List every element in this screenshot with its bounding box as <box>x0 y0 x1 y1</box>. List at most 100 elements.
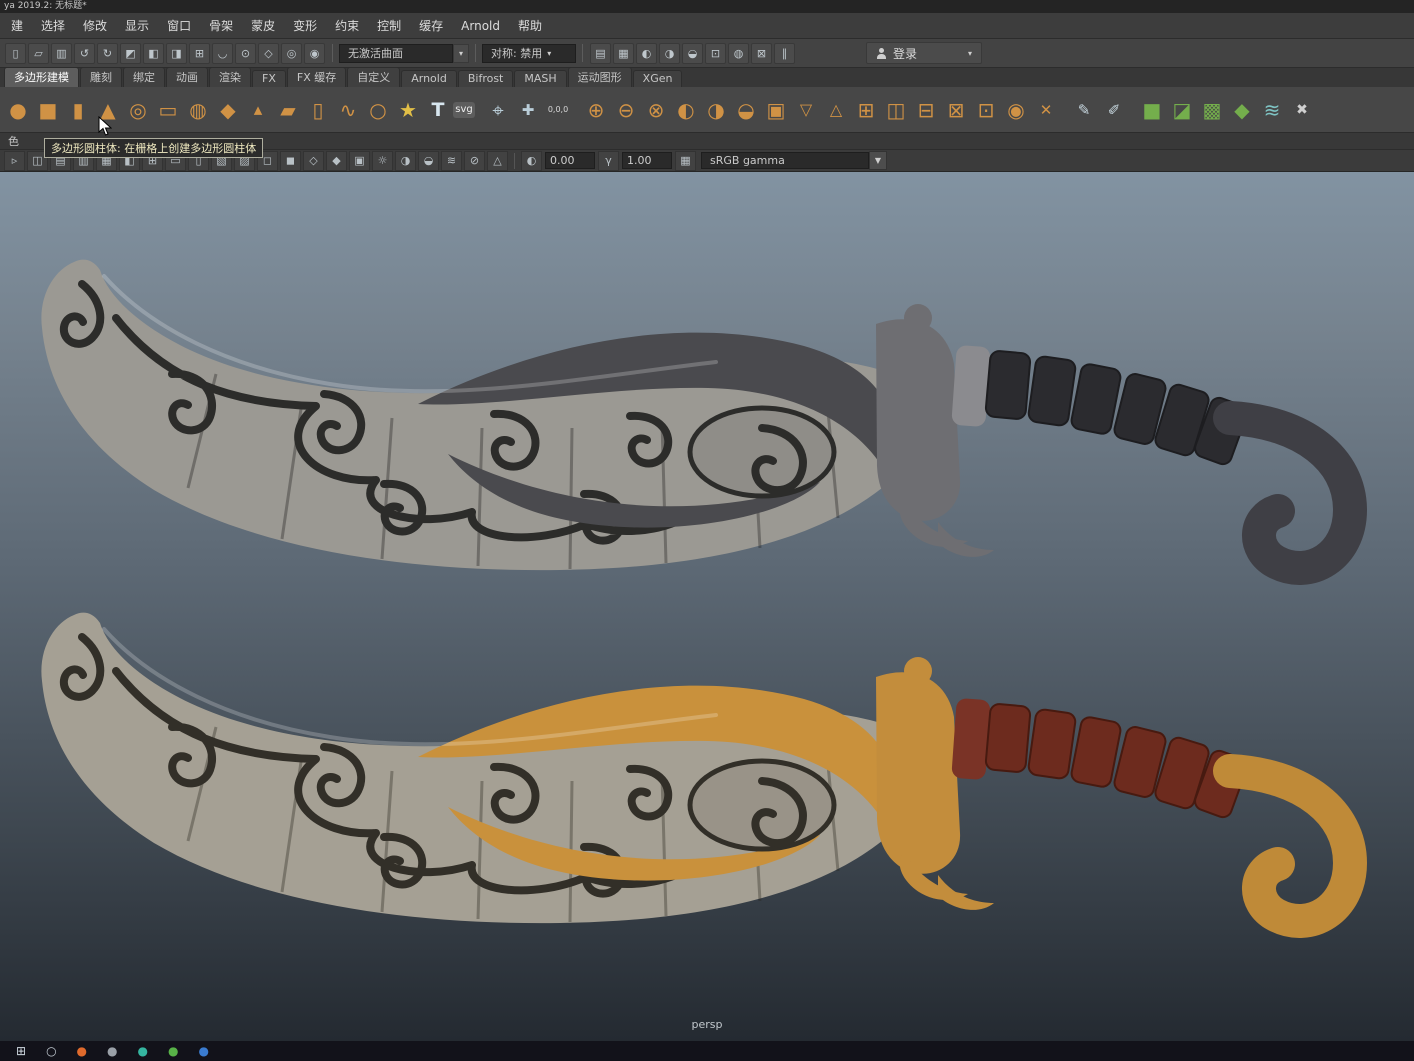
shelf-bevel-icon[interactable]: ⊟ <box>911 91 941 129</box>
menu-item[interactable]: 显示 <box>116 17 158 34</box>
shelf-poly-pyramid-icon[interactable]: ▴ <box>243 91 273 129</box>
taskbar-app-orange-icon[interactable]: ● <box>77 1045 87 1057</box>
snap-view-icon[interactable]: ◎ <box>281 42 302 64</box>
wireframe-icon[interactable]: ◇ <box>303 150 324 171</box>
taskbar-app-gray-icon[interactable]: ● <box>107 1045 117 1057</box>
snap-grid-icon[interactable]: ⊞ <box>189 42 210 64</box>
render-current-frame-icon[interactable]: ◐ <box>636 42 657 64</box>
symmetry-dropdown[interactable]: 对称: 禁用 ▾ <box>482 43 576 63</box>
make-live-icon[interactable]: ◉ <box>304 42 325 64</box>
menu-item[interactable]: Arnold <box>452 19 509 33</box>
shelf-combine-icon[interactable]: ⊕ <box>581 91 611 129</box>
shelf-uv-layout-icon[interactable]: ▩ <box>1197 91 1227 129</box>
shelf-type-tool-icon[interactable]: T <box>423 91 453 129</box>
shelf-move-to-origin-icon[interactable]: 0,0,0 <box>543 91 573 129</box>
shadows-icon[interactable]: ◑ <box>395 150 416 171</box>
separator[interactable] <box>573 91 581 129</box>
shelf-extract-icon[interactable]: ⊗ <box>641 91 671 129</box>
arnold-render-icon[interactable]: ◍ <box>728 42 749 64</box>
shelf-uv-cut-icon[interactable]: ◆ <box>1227 91 1257 129</box>
shelf-tab[interactable]: Arnold <box>401 70 457 87</box>
shelf-tab[interactable]: 动画 <box>166 67 208 87</box>
select-component-icon[interactable]: ◨ <box>166 42 187 64</box>
menu-item[interactable]: 窗口 <box>158 17 200 34</box>
shelf-poly-helix-icon[interactable]: ∿ <box>333 91 363 129</box>
shelf-separate-icon[interactable]: ⊖ <box>611 91 641 129</box>
xray-icon[interactable]: ⊘ <box>464 150 485 171</box>
redo-icon[interactable]: ↻ <box>97 42 118 64</box>
taskbar-start-icon[interactable]: ⊞ <box>16 1045 26 1057</box>
shelf-boolean-intersect-icon[interactable]: ◒ <box>731 91 761 129</box>
shelf-tab[interactable]: FX 缓存 <box>286 67 347 87</box>
isolate-select-icon[interactable]: △ <box>487 150 508 171</box>
select-hierarchy-icon[interactable]: ◩ <box>120 42 141 64</box>
separator[interactable] <box>475 91 483 129</box>
menu-item[interactable]: 帮助 <box>509 17 551 34</box>
taskbar-app-green-icon[interactable]: ● <box>168 1045 178 1057</box>
shelf-tab[interactable]: 雕刻 <box>80 67 122 87</box>
shelf-poly-pipe-icon[interactable]: ▯ <box>303 91 333 129</box>
shelf-poly-platonic-icon[interactable]: ◆ <box>213 91 243 129</box>
select-camera-icon[interactable]: ▹ <box>4 150 25 171</box>
shelf-tab[interactable]: XGen <box>632 70 683 87</box>
save-scene-icon[interactable]: ▥ <box>51 42 72 64</box>
shelf-extrude-icon[interactable]: ⊡ <box>971 91 1001 129</box>
shelf-axis-align-icon[interactable]: ✚ <box>513 91 543 129</box>
menu-item[interactable]: 蒙皮 <box>242 17 284 34</box>
gamma-field[interactable]: 1.00 <box>622 152 672 169</box>
render-settings-icon[interactable]: ◒ <box>682 42 703 64</box>
panel-menu-item-shading[interactable]: 色 <box>8 133 19 149</box>
shelf-multi-cut-icon[interactable]: ✕ <box>1031 91 1061 129</box>
shaded-icon[interactable]: ◆ <box>326 150 347 171</box>
shelf-uv-editor-icon[interactable]: ■ <box>1137 91 1167 129</box>
shelf-merge-vertices-icon[interactable]: ◉ <box>1001 91 1031 129</box>
shelf-boolean-union-icon[interactable]: ◐ <box>671 91 701 129</box>
shelf-tab[interactable]: 自定义 <box>347 67 401 87</box>
viewport-3d[interactable]: persp <box>0 172 1414 1041</box>
shelf-poly-soccerball-icon[interactable]: ○ <box>363 91 393 129</box>
shelf-tab[interactable]: 渲染 <box>209 67 251 87</box>
model-dagger-dark-gray[interactable] <box>20 256 1370 596</box>
motion-blur-icon[interactable]: ≋ <box>441 150 462 171</box>
pause-icon[interactable]: ∥ <box>774 42 795 64</box>
shelf-poly-prism-icon[interactable]: ▰ <box>273 91 303 129</box>
menu-item[interactable]: 骨架 <box>200 17 242 34</box>
shelf-snap-align-icon[interactable]: ⌖ <box>483 91 513 129</box>
use-all-lights-icon[interactable]: ☼ <box>372 150 393 171</box>
shelf-svg-tool-icon[interactable]: svg <box>453 101 475 118</box>
shelf-mirror-icon[interactable]: ◫ <box>881 91 911 129</box>
taskbar-app-blue-icon[interactable]: ● <box>198 1045 208 1057</box>
shelf-poly-disc-icon[interactable]: ◍ <box>183 91 213 129</box>
menu-item[interactable]: 控制 <box>368 17 410 34</box>
shelf-tab[interactable]: 运动图形 <box>567 67 632 87</box>
taskbar-search-icon[interactable]: ○ <box>46 1045 56 1057</box>
menu-item[interactable]: 约束 <box>326 17 368 34</box>
shelf-poly-torus-icon[interactable]: ◎ <box>123 91 153 129</box>
render-view-icon[interactable]: ▦ <box>613 42 634 64</box>
separator[interactable] <box>1061 91 1069 129</box>
shelf-tab[interactable]: FX <box>252 70 286 87</box>
color-management-icon[interactable]: ▦ <box>675 150 696 171</box>
taskbar-app-teal-icon[interactable]: ● <box>138 1045 148 1057</box>
cut-section-icon[interactable]: ⊠ <box>751 42 772 64</box>
surface-dropdown-arrow[interactable]: ▾ <box>453 43 469 63</box>
shelf-poly-plane-icon[interactable]: ▭ <box>153 91 183 129</box>
shelf-wave-deform-icon[interactable]: ≋ <box>1257 91 1287 129</box>
shelf-delete-history-icon[interactable]: ✖ <box>1287 91 1317 129</box>
shelf-poly-cube-icon[interactable]: ■ <box>33 91 63 129</box>
safe-title-icon[interactable]: ◼ <box>280 150 301 171</box>
snap-curve-icon[interactable]: ◡ <box>212 42 233 64</box>
gamma-icon[interactable]: γ <box>598 150 619 171</box>
textured-icon[interactable]: ▣ <box>349 150 370 171</box>
menu-item[interactable]: 变形 <box>284 17 326 34</box>
menu-item[interactable]: 选择 <box>32 17 74 34</box>
menu-item[interactable]: 建 <box>2 17 32 34</box>
shelf-quadrangulate-icon[interactable]: ⊞ <box>851 91 881 129</box>
display-globals-icon[interactable]: ⊡ <box>705 42 726 64</box>
shelf-quad-draw-icon[interactable]: ✎ <box>1069 91 1099 129</box>
new-scene-icon[interactable]: ▯ <box>5 42 26 64</box>
open-scene-icon[interactable]: ▱ <box>28 42 49 64</box>
undo-icon[interactable]: ↺ <box>74 42 95 64</box>
shelf-reduce-icon[interactable]: ▽ <box>791 91 821 129</box>
shelf-tab[interactable]: Bifrost <box>457 70 514 87</box>
